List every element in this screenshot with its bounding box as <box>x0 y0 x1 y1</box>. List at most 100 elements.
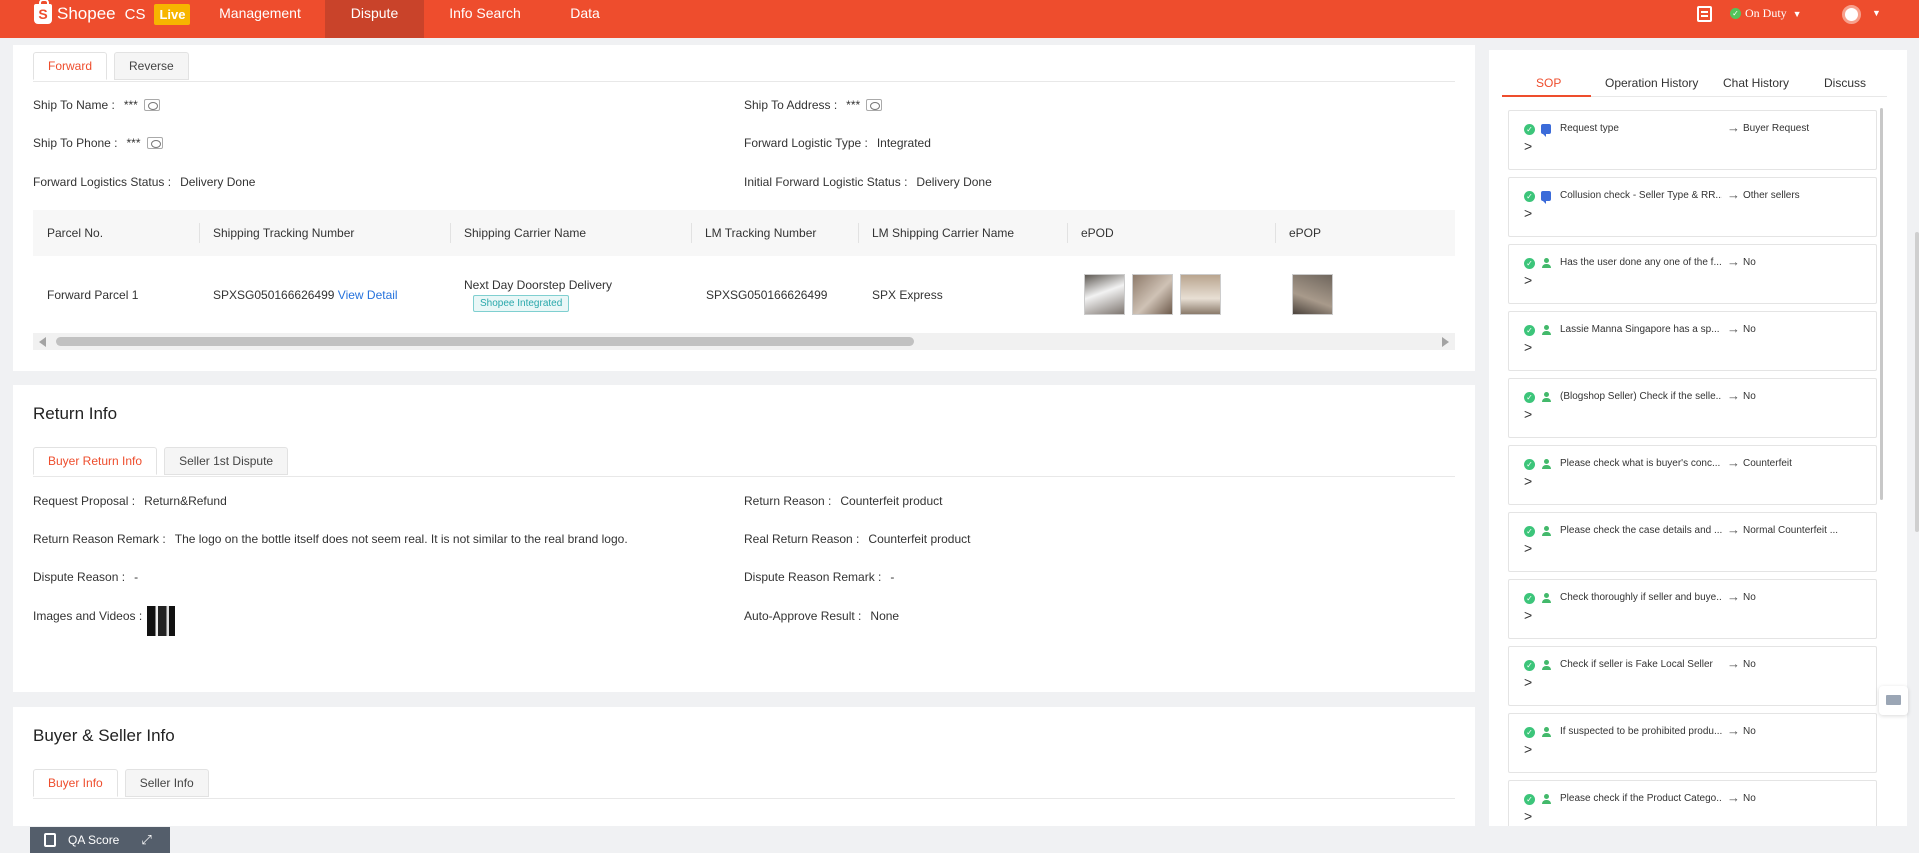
epop-thumbnail[interactable] <box>1292 274 1333 315</box>
expand-icon[interactable]: ⤢ <box>141 832 151 848</box>
qa-score-label: QA Score <box>68 833 120 847</box>
chevron-right-icon[interactable]: > <box>1524 205 1532 221</box>
check-circle-icon: ✓ <box>1524 191 1535 202</box>
page-scrollbar[interactable] <box>1915 232 1919 532</box>
dispute-reason-remark-field: Dispute Reason Remark : - <box>744 570 894 584</box>
chevron-right-icon[interactable]: > <box>1524 540 1532 556</box>
notebook-icon[interactable] <box>1697 6 1712 22</box>
column-divider <box>199 223 200 243</box>
caret-down-icon[interactable]: ▼ <box>1872 8 1881 18</box>
avatar[interactable] <box>1842 5 1861 24</box>
scrollbar-thumb[interactable] <box>56 337 914 346</box>
dispute-reason-field: Dispute Reason : - <box>33 570 138 584</box>
chevron-right-icon[interactable]: > <box>1524 808 1532 824</box>
chevron-right-icon[interactable]: > <box>1524 741 1532 757</box>
chevron-right-icon[interactable]: > <box>1524 339 1532 355</box>
nav-data[interactable]: Data <box>560 0 610 38</box>
forward-logistics-status-field: Forward Logistics Status : Delivery Done <box>33 175 255 189</box>
column-divider <box>1067 223 1068 243</box>
duty-status-dropdown[interactable]: ✓ On Duty ▼ <box>1730 6 1802 21</box>
column-divider <box>691 223 692 243</box>
column-header: LM Tracking Number <box>705 226 817 240</box>
sop-item[interactable]: ✓ Request type → Buyer Request > <box>1508 110 1877 170</box>
lm-tracking-cell: SPXSG050166626499 <box>706 288 828 302</box>
column-header: LM Shipping Carrier Name <box>872 226 1015 240</box>
request-proposal-field: Request Proposal : Return&Refund <box>33 494 227 508</box>
eye-icon[interactable] <box>866 99 883 111</box>
horizontal-scrollbar[interactable] <box>33 333 1455 350</box>
top-nav-bar: S Shopee CS Live Management Dispute Info… <box>0 0 1919 38</box>
scroll-right-icon[interactable] <box>1442 337 1449 347</box>
divider <box>33 476 1455 477</box>
tab-discuss[interactable]: Discuss <box>1824 76 1866 90</box>
chevron-right-icon[interactable]: > <box>1524 406 1532 422</box>
return-image-thumbnail[interactable] <box>147 606 175 636</box>
sop-item[interactable]: ✓ Check if seller is Fake Local Seller → No… <box>1508 646 1877 706</box>
nav-info-search[interactable]: Info Search <box>440 0 530 38</box>
qa-score-bar[interactable]: QA Score ⤢ <box>30 827 170 853</box>
epod-thumbnail[interactable] <box>1180 274 1221 315</box>
sop-item[interactable]: ✓ (Blogshop Seller) Check if the selle...… <box>1508 378 1877 438</box>
real-return-reason-field: Real Return Reason : Counterfeit product <box>744 532 970 546</box>
sop-answer: No <box>1743 257 1756 268</box>
check-circle-icon: ✓ <box>1524 258 1535 269</box>
sop-item[interactable]: ✓ If suspected to be prohibited produ... →… <box>1508 713 1877 773</box>
field-value: *** <box>846 98 861 112</box>
eye-icon[interactable] <box>143 99 160 111</box>
return-reason-remark-field: Return Reason Remark : The logo on the b… <box>33 532 628 546</box>
scroll-left-icon[interactable] <box>39 337 46 347</box>
arrow-right-icon: → <box>1727 455 1740 470</box>
env-badge: Live <box>154 3 191 25</box>
tab-forward[interactable]: Forward <box>33 52 108 80</box>
epod-thumbnail[interactable] <box>1084 274 1125 315</box>
tab-sop[interactable]: SOP <box>1536 76 1561 90</box>
arrow-right-icon: → <box>1727 589 1740 604</box>
mail-icon[interactable] <box>1879 686 1908 715</box>
arrow-right-icon: → <box>1727 723 1740 738</box>
tab-chat-history[interactable]: Chat History <box>1723 76 1789 90</box>
chevron-right-icon[interactable]: > <box>1524 272 1532 288</box>
arrow-right-icon: → <box>1727 120 1740 135</box>
epod-thumbnail[interactable] <box>1132 274 1173 315</box>
arrow-right-icon: → <box>1727 522 1740 537</box>
chevron-right-icon[interactable]: > <box>1524 607 1532 623</box>
user-icon <box>1541 258 1551 268</box>
sop-answer: No <box>1743 793 1756 804</box>
sop-answer: Normal Counterfeit ... <box>1743 525 1839 536</box>
nav-management[interactable]: Management <box>210 0 310 38</box>
field-label: Initial Forward Logistic Status : <box>744 175 908 189</box>
check-circle-icon: ✓ <box>1524 392 1535 403</box>
ship-to-address-field: Ship To Address : *** <box>744 98 883 112</box>
view-detail-link[interactable]: View Detail <box>338 288 398 302</box>
eye-icon[interactable] <box>146 137 163 149</box>
sop-item[interactable]: ✓ Collusion check - Seller Type & RR... → O… <box>1508 177 1877 237</box>
sop-question: Request type <box>1560 123 1619 134</box>
chat-icon <box>1541 124 1551 137</box>
sop-item[interactable]: ✓ Check thoroughly if seller and buye... →… <box>1508 579 1877 639</box>
chevron-right-icon[interactable]: > <box>1524 138 1532 154</box>
chevron-right-icon[interactable]: > <box>1524 674 1532 690</box>
field-value: Delivery Done <box>180 175 256 189</box>
tab-operation-history[interactable]: Operation History <box>1605 76 1698 90</box>
chevron-right-icon[interactable]: > <box>1524 473 1532 489</box>
sop-question: Please check what is buyer's conc... <box>1560 458 1721 469</box>
sop-item[interactable]: ✓ Please check the case details and ... → N… <box>1508 512 1877 572</box>
tab-seller-1st-dispute[interactable]: Seller 1st Dispute <box>164 447 289 475</box>
tab-seller-info[interactable]: Seller Info <box>124 769 209 797</box>
tab-buyer-return-info[interactable]: Buyer Return Info <box>33 447 158 475</box>
sop-item[interactable]: ✓ Please check what is buyer's conc... → Co… <box>1508 445 1877 505</box>
sop-scrollbar[interactable] <box>1880 108 1883 500</box>
shopee-logo[interactable]: S Shopee CS Live <box>34 0 191 26</box>
sop-item[interactable]: ✓ Has the user done any one of the f... → N… <box>1508 244 1877 304</box>
tab-buyer-info[interactable]: Buyer Info <box>33 769 118 797</box>
tab-reverse[interactable]: Reverse <box>114 52 189 80</box>
sop-question: Has the user done any one of the f... <box>1560 257 1722 268</box>
user-icon <box>1541 794 1551 804</box>
arrow-right-icon: → <box>1727 388 1740 403</box>
duty-status-label: On Duty <box>1745 6 1787 20</box>
ship-to-name-field: Ship To Name : *** <box>33 98 160 112</box>
sop-item[interactable]: ✓ Lassie Manna Singapore has a sp... → No > <box>1508 311 1877 371</box>
section-title: Return Info <box>33 404 118 423</box>
nav-dispute[interactable]: Dispute <box>325 0 424 38</box>
parcel-no-cell: Forward Parcel 1 <box>47 288 139 302</box>
